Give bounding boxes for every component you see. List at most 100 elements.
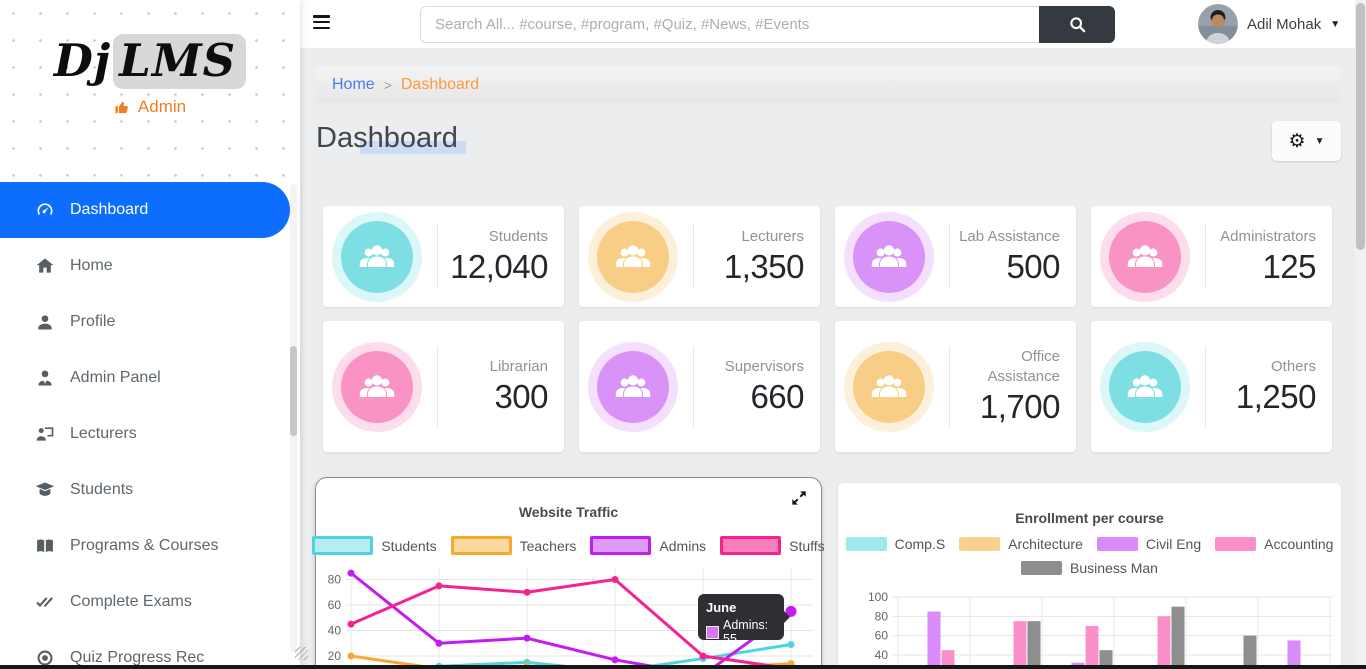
admin-role-label: Admin: [138, 97, 186, 117]
search-button[interactable]: [1039, 6, 1115, 43]
stat-value: 660: [694, 378, 804, 416]
users-icon-badge: [1109, 221, 1181, 293]
users-icon-badge: [853, 221, 925, 293]
breadcrumb-separator: >: [384, 77, 392, 93]
app-logo: DjLMS: [0, 0, 300, 87]
sidebar-nav: Dashboard Home Profile Admin Panel Lectu…: [0, 182, 300, 669]
legend-item[interactable]: Students: [312, 536, 436, 555]
tooltip-title: June: [706, 600, 776, 615]
svg-text:80: 80: [328, 573, 342, 587]
sidebar-item-home[interactable]: Home: [0, 238, 300, 294]
sidebar-item-label: Complete Exams: [70, 593, 192, 611]
stat-card-office-assistance: Office Assistance1,700: [835, 321, 1076, 452]
users-icon: [357, 370, 397, 404]
sidebar-item-label: Admin Panel: [70, 369, 161, 387]
chart-card-enrollment: Enrollment per course Comp.SArchitecture…: [838, 483, 1341, 669]
stat-label: Office Assistance: [950, 347, 1060, 388]
users-icon-badge: [1109, 351, 1181, 423]
app-window: DjLMS Admin Dashboard Home Profile Admin: [0, 0, 1366, 669]
sidebar-item-admin-panel[interactable]: Admin Panel: [0, 350, 300, 406]
sidebar-item-students[interactable]: Students: [0, 462, 300, 518]
breadcrumb: Home > Dashboard: [316, 66, 1341, 103]
user-tie-icon: [35, 368, 55, 388]
legend-item[interactable]: Teachers: [451, 536, 577, 555]
book-icon: [35, 536, 55, 556]
users-icon: [613, 240, 653, 274]
stat-label: Students: [438, 227, 548, 247]
chevron-down-icon: ▼: [1315, 136, 1325, 147]
search-icon: [1068, 15, 1087, 34]
users-icon-badge: [597, 351, 669, 423]
stat-value: 500: [950, 248, 1060, 286]
sidebar-item-label: Programs & Courses: [70, 537, 219, 555]
sidebar-item-dashboard[interactable]: Dashboard: [0, 182, 290, 238]
users-icon-badge: [341, 221, 413, 293]
stat-value: 1,250: [1206, 378, 1316, 416]
home-icon: [35, 256, 55, 276]
sidebar-item-programs-courses[interactable]: Programs & Courses: [0, 518, 300, 574]
sidebar-item-label: Dashboard: [70, 201, 148, 219]
stat-value: 1,700: [950, 388, 1060, 426]
sidebar-item-label: Profile: [70, 313, 115, 331]
stat-card-administrators: Administrators125: [1091, 206, 1332, 307]
graduate-icon: [35, 480, 55, 500]
tooltip-value: Admins: 55: [723, 618, 776, 646]
stat-value: 12,040: [438, 248, 548, 286]
main-scrollbar-thumb[interactable]: [1356, 3, 1365, 250]
admin-role-link[interactable]: Admin: [0, 97, 300, 117]
stat-card-lab-assistance: Lab Assistance500: [835, 206, 1076, 307]
legend-item[interactable]: Stuffs: [720, 536, 825, 555]
legend-item[interactable]: Admins: [590, 536, 706, 555]
stat-label: Lab Assistance: [950, 227, 1060, 247]
stat-value: 125: [1206, 248, 1316, 286]
bottom-bar: [0, 665, 1366, 669]
users-icon: [357, 240, 397, 274]
svg-text:60: 60: [875, 629, 889, 643]
settings-button[interactable]: ⚙ ▼: [1272, 121, 1341, 161]
page-title: Dashboard: [316, 122, 458, 155]
sidebar-item-quiz-progress[interactable]: Quiz Progress Rec: [0, 630, 300, 669]
stat-label: Others: [1206, 357, 1316, 377]
stat-label: Librarian: [438, 357, 548, 377]
logo-dj: Dj: [54, 34, 111, 87]
chart-title: Website Traffic: [316, 504, 821, 520]
sidebar-item-profile[interactable]: Profile: [0, 294, 300, 350]
logo-lms: LMS: [113, 34, 246, 89]
lecturer-icon: [35, 424, 55, 444]
stat-label: Supervisors: [694, 357, 804, 377]
search-input[interactable]: [420, 6, 1039, 43]
sidebar-scrollbar[interactable]: [290, 184, 297, 652]
stat-value: 300: [438, 378, 548, 416]
hamburger-menu-button[interactable]: [313, 15, 330, 32]
users-icon-badge: [597, 221, 669, 293]
sidebar-item-lecturers[interactable]: Lecturers: [0, 406, 300, 462]
stat-value: 1,350: [694, 248, 804, 286]
main-scrollbar[interactable]: [1355, 0, 1366, 669]
stat-card-librarian: Librarian300: [323, 321, 564, 452]
resize-grip[interactable]: [295, 647, 308, 660]
svg-text:20: 20: [328, 649, 342, 663]
sidebar-item-complete-exams[interactable]: Complete Exams: [0, 574, 300, 630]
users-icon-badge: [853, 351, 925, 423]
bar-chart-svg: 406080100: [838, 483, 1341, 669]
stat-card-grid: Students12,040 Lecturers1,350 Lab Assist…: [323, 206, 1332, 452]
page-title-text: Dashboard: [316, 122, 458, 154]
tooltip-swatch: [706, 626, 719, 639]
chart-tooltip: June Admins: 55: [698, 594, 784, 640]
user-menu[interactable]: Adil Mohak ▼: [1198, 4, 1340, 44]
user-avatar[interactable]: [1198, 4, 1238, 44]
users-icon: [869, 240, 909, 274]
sidebar-scrollbar-thumb[interactable]: [290, 346, 297, 436]
sidebar-item-label: Lecturers: [70, 425, 137, 443]
chevron-down-icon: ▼: [1330, 19, 1340, 30]
avatar-image: [1198, 4, 1238, 44]
stat-label: Administrators: [1206, 227, 1316, 247]
sidebar-item-label: Home: [70, 257, 113, 275]
line-chart-legend: StudentsTeachersAdminsStuffs: [316, 536, 821, 555]
sidebar: DjLMS Admin Dashboard Home Profile Admin: [0, 0, 300, 669]
user-name: Adil Mohak: [1247, 16, 1321, 33]
users-icon: [613, 370, 653, 404]
svg-text:80: 80: [875, 609, 889, 623]
double-check-icon: [35, 592, 55, 612]
breadcrumb-home-link[interactable]: Home: [332, 76, 375, 94]
